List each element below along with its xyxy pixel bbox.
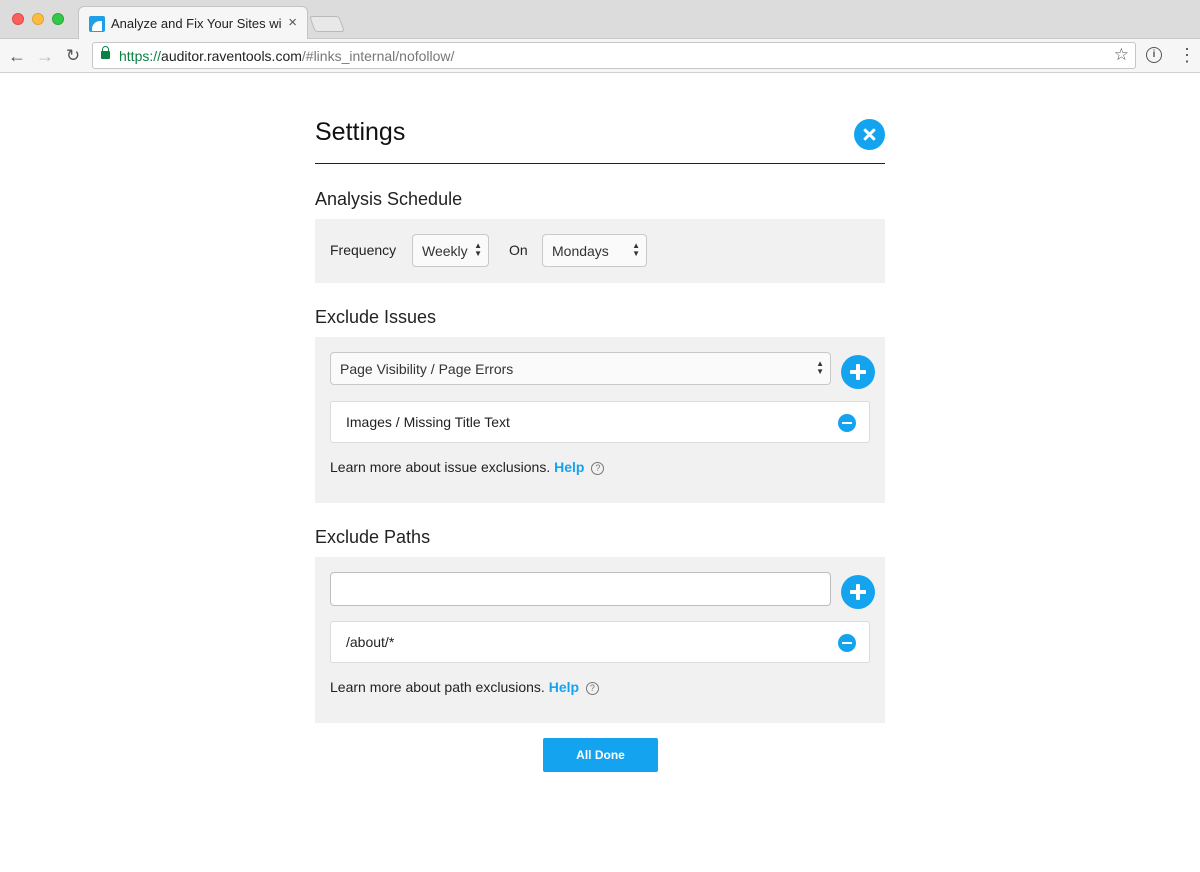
- page-title: Settings: [315, 118, 406, 146]
- tab-close-icon[interactable]: ×: [288, 14, 297, 31]
- path-exclusions-help: Learn more about path exclusions. Help ?: [330, 679, 599, 695]
- add-issue-exclusion-button[interactable]: [841, 355, 875, 389]
- url-path: /#links_internal/nofollow/: [301, 48, 455, 64]
- back-arrow-icon[interactable]: ←: [6, 45, 28, 67]
- question-circle-icon[interactable]: ?: [591, 462, 605, 475]
- info-icon[interactable]: i: [1146, 47, 1162, 63]
- modal-header: Settings: [315, 110, 885, 164]
- browser-menu-icon[interactable]: ⋮: [1178, 45, 1196, 65]
- issue-type-select-value: Page Visibility / Page Errors: [340, 361, 514, 377]
- select-arrows-icon: ▲ ▼: [816, 359, 824, 376]
- excluded-path-label: /about/*: [346, 634, 395, 650]
- url-text[interactable]: https://auditor.raventools.com/#links_in…: [119, 48, 454, 64]
- path-help-text: Learn more about path exclusions.: [330, 679, 545, 695]
- browser-tab-bar: Analyze and Fix Your Sites with Raven ×: [0, 0, 1200, 40]
- exclude-issues-panel: Page Visibility / Page Errors ▲ ▼ Images …: [315, 337, 885, 503]
- day-select[interactable]: Mondays ▲ ▼: [542, 234, 647, 267]
- day-select-value: Mondays: [552, 243, 609, 259]
- add-path-exclusion-button[interactable]: [841, 575, 875, 609]
- frequency-select[interactable]: Weekly ▲ ▼: [412, 234, 489, 267]
- minimize-window-button[interactable]: [32, 13, 44, 25]
- issue-type-select[interactable]: Page Visibility / Page Errors ▲ ▼: [330, 352, 831, 385]
- issue-help-text: Learn more about issue exclusions.: [330, 459, 551, 475]
- raven-favicon-icon: [89, 16, 105, 32]
- exclude-paths-heading: Exclude Paths: [315, 527, 431, 547]
- url-host: auditor.raventools.com: [161, 48, 302, 64]
- maximize-window-button[interactable]: [52, 13, 64, 25]
- on-label: On: [509, 242, 528, 258]
- path-help-link[interactable]: Help: [549, 679, 579, 695]
- analysis-schedule-panel: Frequency Weekly ▲ ▼ On Mondays ▲ ▼: [315, 219, 885, 283]
- tab-title: Analyze and Fix Your Sites with Raven: [111, 16, 281, 31]
- select-arrows-icon: ▲ ▼: [632, 241, 640, 258]
- settings-modal: Settings Analysis Schedule Frequency Wee…: [315, 110, 885, 772]
- url-scheme: https://: [119, 48, 162, 64]
- question-circle-icon[interactable]: ?: [585, 682, 599, 695]
- remove-issue-button[interactable]: [838, 414, 856, 432]
- browser-tab[interactable]: Analyze and Fix Your Sites with Raven ×: [78, 6, 308, 40]
- path-input[interactable]: [330, 572, 831, 606]
- close-settings-button[interactable]: [854, 119, 885, 150]
- frequency-label: Frequency: [330, 242, 397, 258]
- list-item: Images / Missing Title Text: [330, 401, 870, 443]
- all-done-button[interactable]: All Done: [543, 738, 658, 772]
- list-item: /about/*: [330, 621, 870, 663]
- new-tab-button[interactable]: [309, 16, 345, 32]
- issue-exclusions-help: Learn more about issue exclusions. Help …: [330, 459, 605, 475]
- exclude-issues-heading: Exclude Issues: [315, 307, 437, 327]
- remove-path-button[interactable]: [838, 634, 856, 652]
- browser-toolbar: ← → ↻ https://auditor.raventools.com/#li…: [0, 39, 1200, 73]
- frequency-select-value: Weekly: [422, 243, 468, 259]
- analysis-schedule-heading: Analysis Schedule: [315, 189, 463, 209]
- bookmark-star-icon[interactable]: ☆: [1114, 45, 1129, 65]
- issue-help-link[interactable]: Help: [554, 459, 584, 475]
- address-bar[interactable]: https://auditor.raventools.com/#links_in…: [92, 42, 1136, 69]
- reload-icon[interactable]: ↻: [62, 45, 84, 67]
- excluded-issue-label: Images / Missing Title Text: [346, 414, 510, 430]
- exclude-paths-panel: /about/* Learn more about path exclusion…: [315, 557, 885, 723]
- select-arrows-icon: ▲ ▼: [474, 241, 482, 258]
- forward-arrow-icon[interactable]: →: [34, 45, 56, 67]
- close-window-button[interactable]: [12, 13, 24, 25]
- lock-icon: [101, 46, 110, 59]
